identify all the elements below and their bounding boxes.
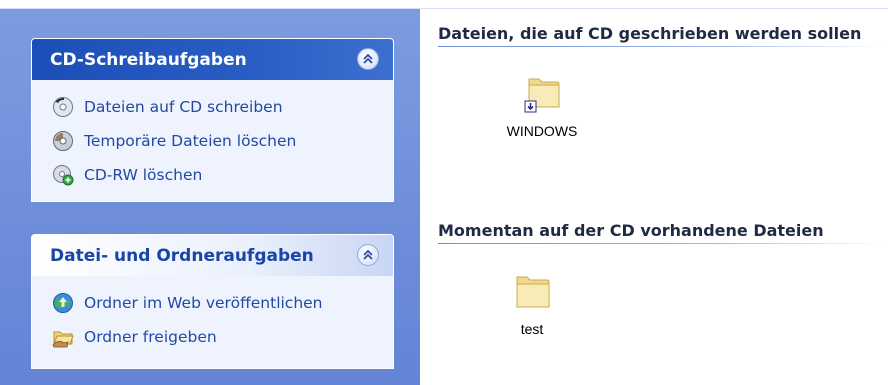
cd-tasks-body: Dateien auf CD schreiben Temporäre Datei… bbox=[32, 80, 393, 201]
chevron-up-double-icon[interactable] bbox=[357, 244, 379, 266]
file-item-windows-name: WINDOWS bbox=[506, 123, 578, 139]
folder-icon bbox=[516, 276, 550, 308]
pending-files-group-title: Dateien, die auf CD geschrieben werden s… bbox=[438, 24, 862, 43]
cd-write-icon bbox=[52, 96, 74, 118]
task-delete-temp-label: Temporäre Dateien löschen bbox=[84, 132, 297, 150]
file-folder-tasks-header[interactable]: Datei- und Ordneraufgaben bbox=[32, 235, 393, 276]
folder-pending-icon bbox=[524, 78, 560, 113]
task-write-cd[interactable]: Dateien auf CD schreiben bbox=[52, 90, 393, 124]
file-view: Dateien, die auf CD geschrieben werden s… bbox=[420, 9, 888, 385]
file-folder-tasks-title: Datei- und Ordneraufgaben bbox=[50, 246, 314, 266]
task-erase-cdrw[interactable]: CD-RW löschen bbox=[52, 158, 393, 192]
pending-files-divider bbox=[438, 46, 888, 47]
task-share-folder[interactable]: Ordner freigeben bbox=[52, 320, 393, 354]
chevron-up-double-icon[interactable] bbox=[357, 48, 379, 70]
cd-tasks-header[interactable]: CD-Schreibaufgaben bbox=[32, 39, 393, 80]
cd-delete-temp-icon bbox=[52, 130, 74, 152]
cd-tasks-panel: CD-Schreibaufgaben Dateien auf CD schrei… bbox=[31, 38, 394, 202]
task-write-cd-label: Dateien auf CD schreiben bbox=[84, 98, 283, 116]
task-publish-web[interactable]: Ordner im Web veröffentlichen bbox=[52, 286, 393, 320]
current-files-divider bbox=[438, 243, 888, 244]
top-strip bbox=[0, 0, 888, 9]
web-publish-icon bbox=[52, 292, 74, 314]
cdrw-erase-icon bbox=[52, 164, 74, 186]
share-folder-icon bbox=[52, 326, 74, 348]
current-files-group-title: Momentan auf der CD vorhandene Dateien bbox=[438, 221, 824, 240]
file-folder-tasks-body: Ordner im Web veröffentlichen Ordner fre… bbox=[32, 276, 393, 368]
task-delete-temp[interactable]: Temporäre Dateien löschen bbox=[52, 124, 393, 158]
file-folder-tasks-panel: Datei- und Ordneraufgaben Ordner im Web … bbox=[31, 234, 394, 369]
task-share-folder-label: Ordner freigeben bbox=[84, 328, 217, 346]
task-publish-web-label: Ordner im Web veröffentlichen bbox=[84, 294, 323, 312]
cd-tasks-title: CD-Schreibaufgaben bbox=[50, 50, 247, 70]
task-erase-cdrw-label: CD-RW löschen bbox=[84, 166, 203, 184]
file-item-windows[interactable]: WINDOWS bbox=[487, 73, 597, 139]
file-item-test-name: test bbox=[520, 321, 544, 337]
file-item-test[interactable]: test bbox=[477, 271, 587, 337]
task-pane: CD-Schreibaufgaben Dateien auf CD schrei… bbox=[0, 9, 420, 385]
